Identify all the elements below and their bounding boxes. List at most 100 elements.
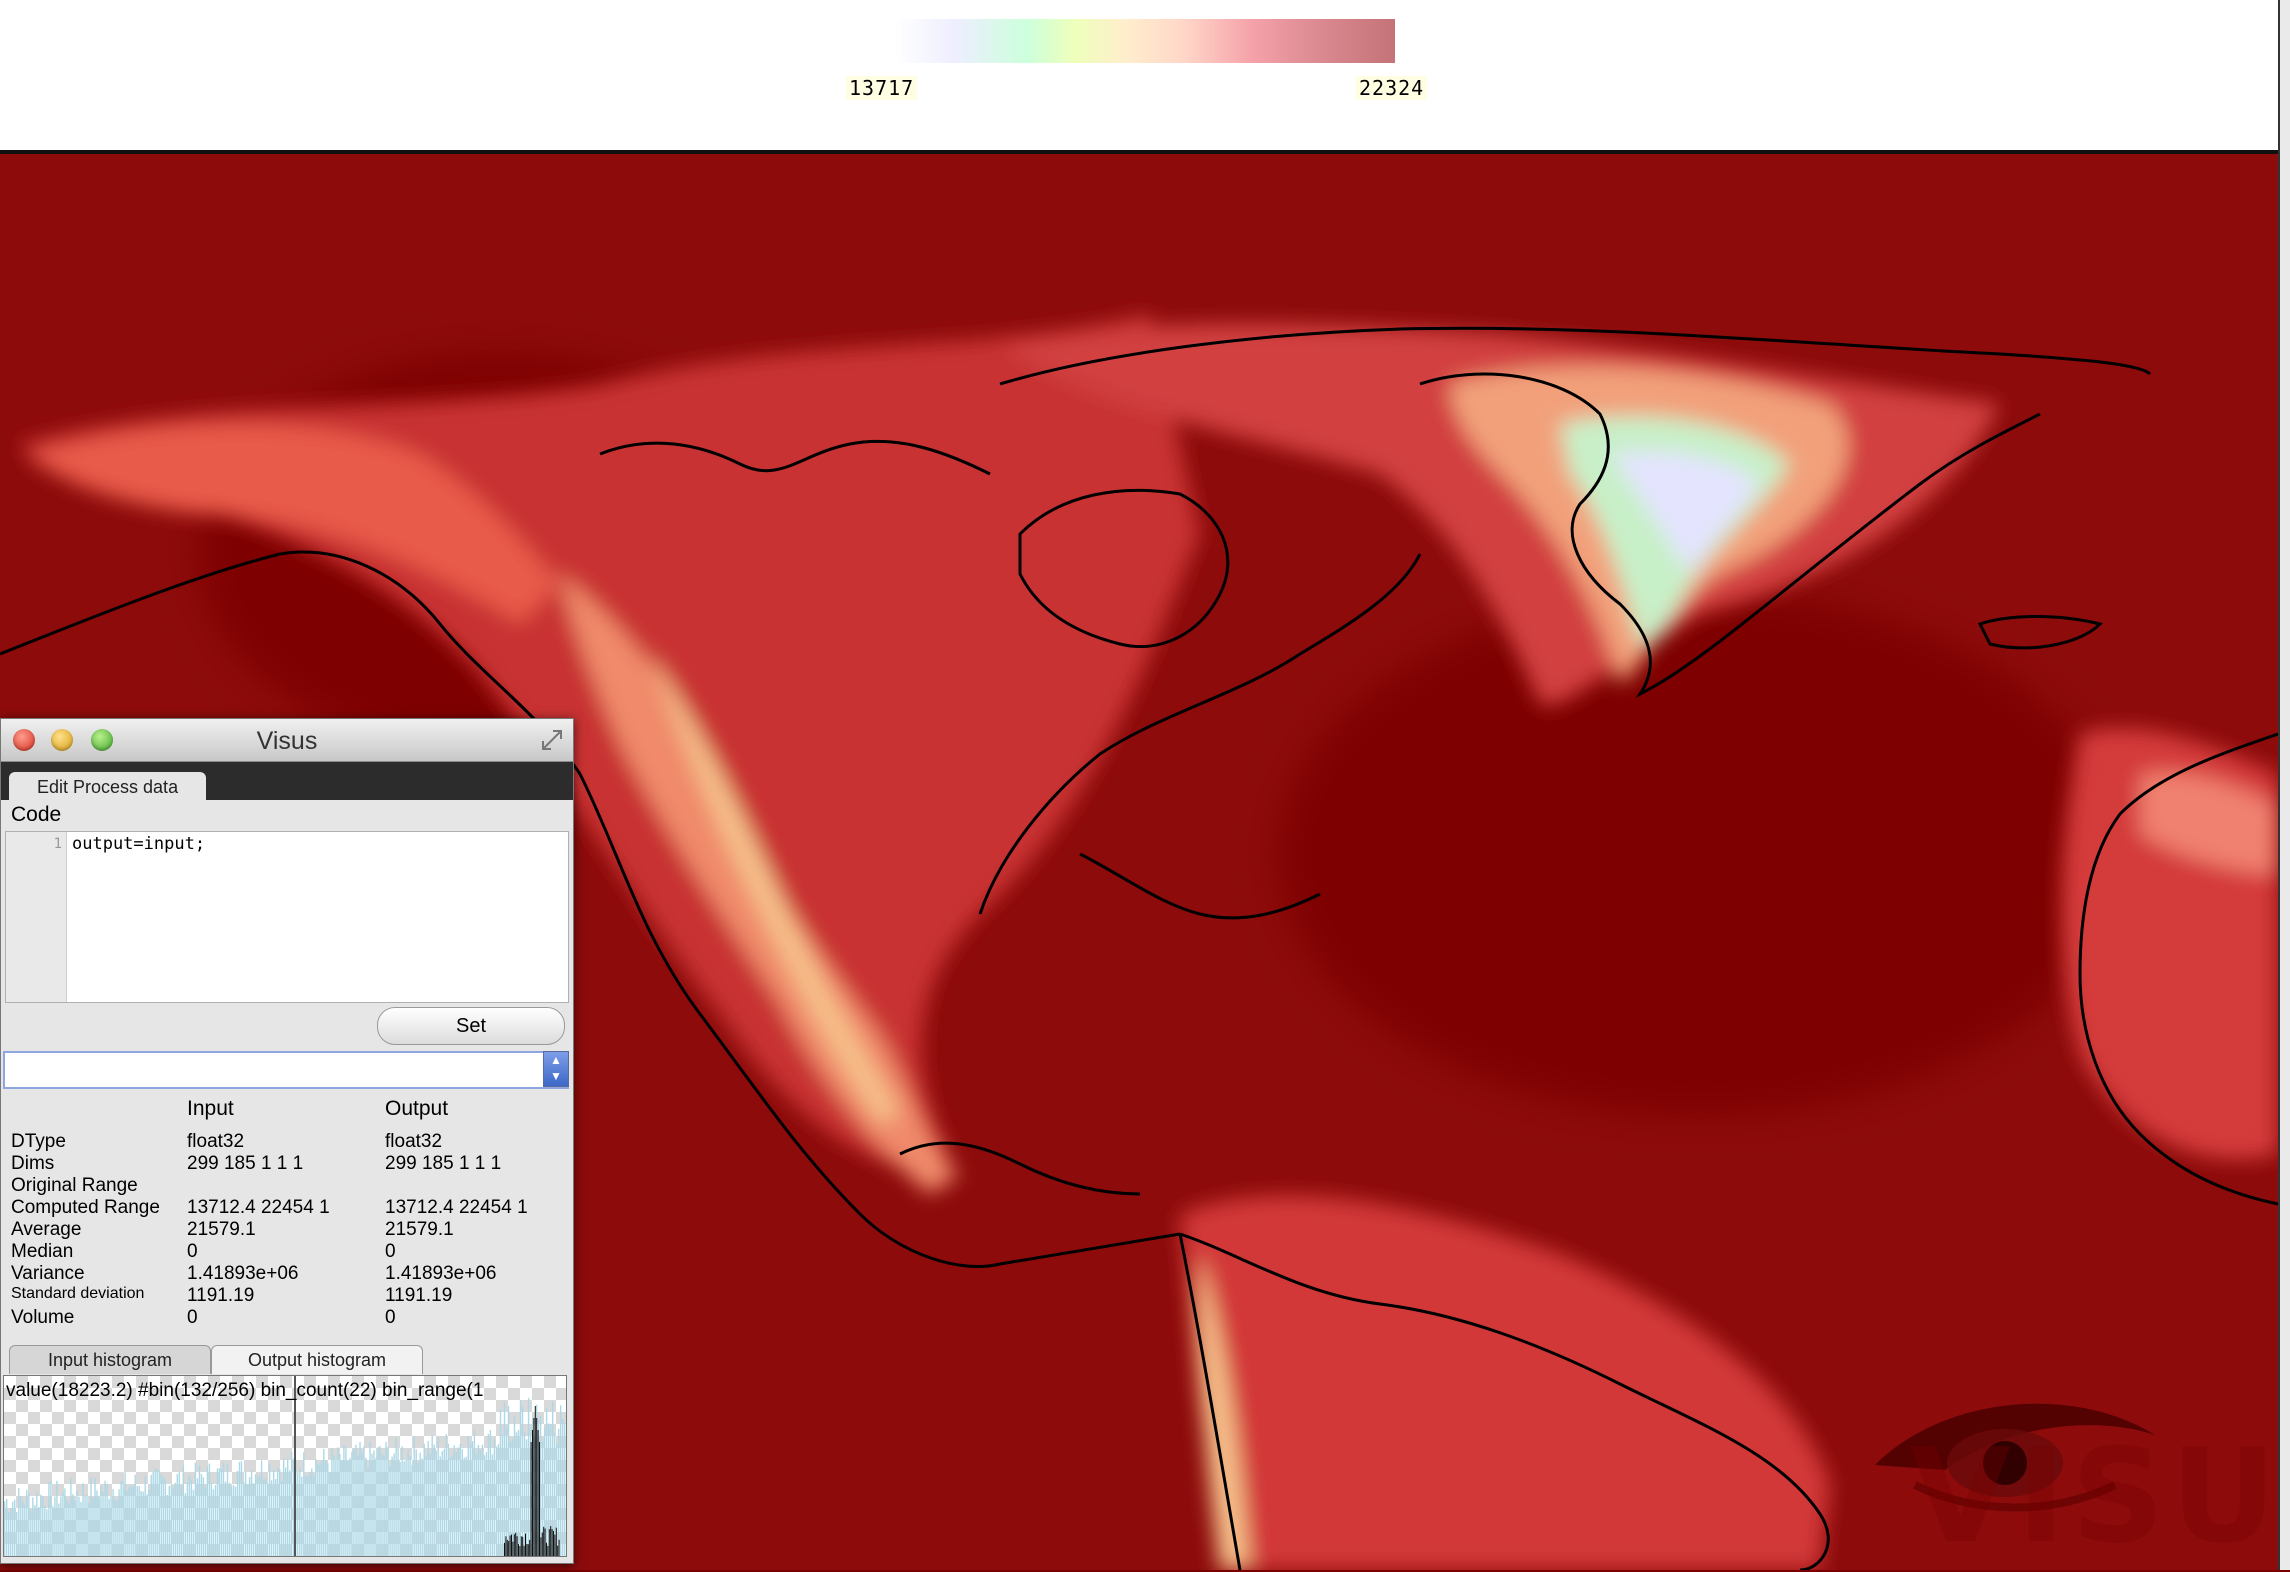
stat-output-value: 1191.19: [385, 1285, 453, 1306]
histogram-peak-bar: [526, 1544, 528, 1556]
histogram-bar: [254, 1474, 257, 1556]
stat-input-value: 299 185 1 1 1: [187, 1153, 304, 1174]
histogram-bar: [228, 1482, 231, 1556]
histogram-bar: [12, 1501, 14, 1556]
histogram-bar: [453, 1445, 455, 1556]
histogram-bar: [200, 1473, 203, 1556]
histogram-bar: [361, 1452, 363, 1556]
tab-input-histogram[interactable]: Input histogram: [9, 1345, 211, 1374]
histogram-bar: [174, 1482, 176, 1556]
visus-dialog[interactable]: Visus Edit Process data Code 1 output=in…: [0, 718, 574, 1564]
histogram-bar: [433, 1444, 435, 1556]
histogram-bar: [451, 1455, 453, 1556]
stat-output-value: 0: [385, 1307, 396, 1328]
histogram-bars: [4, 1397, 566, 1556]
histogram-peak-bar: [550, 1526, 552, 1556]
histogram-bar: [26, 1489, 28, 1556]
histogram-bar: [419, 1452, 421, 1556]
histogram-bar: [208, 1463, 211, 1556]
histogram-bar: [210, 1482, 213, 1556]
tab-output-histogram[interactable]: Output histogram: [211, 1345, 423, 1374]
histogram-bar: [273, 1470, 275, 1556]
histogram-bar: [190, 1479, 193, 1556]
histogram-bar: [315, 1459, 317, 1556]
set-button[interactable]: Set: [377, 1007, 565, 1045]
histogram-bar: [499, 1409, 502, 1556]
histogram-bar: [154, 1468, 156, 1556]
histogram-bar: [134, 1474, 136, 1556]
histogram-bar: [493, 1438, 496, 1556]
histogram-bar: [32, 1497, 34, 1556]
histogram-bar: [353, 1448, 355, 1556]
histogram-view[interactable]: value(18223.2) #bin(132/256) bin_count(2…: [3, 1375, 567, 1557]
code-text[interactable]: output=input;: [72, 834, 205, 854]
histogram-bar: [244, 1471, 247, 1556]
histogram-bar: [355, 1444, 357, 1556]
histogram-bar: [16, 1512, 18, 1556]
histogram-bar: [90, 1477, 92, 1556]
tab-edit-process-data[interactable]: Edit Process data: [9, 772, 207, 800]
histogram-bar: [122, 1481, 124, 1556]
histogram-bar: [483, 1455, 486, 1556]
histogram-bar: [270, 1480, 273, 1556]
updown-arrows-icon[interactable]: ▲ ▼: [543, 1051, 569, 1087]
histogram-bar: [116, 1500, 118, 1556]
histogram-bar: [58, 1503, 60, 1556]
histogram-bar: [46, 1509, 48, 1556]
histogram-bar: [158, 1470, 160, 1556]
histogram-bar: [311, 1468, 313, 1556]
histogram-bar: [152, 1471, 154, 1556]
histogram-bar: [395, 1437, 397, 1556]
histogram-bar: [172, 1488, 174, 1556]
histogram-peak-bar: [527, 1544, 529, 1556]
histogram-bar: [242, 1481, 245, 1556]
stat-output-value: 299 185 1 1 1: [385, 1153, 502, 1174]
histogram-peak-bar: [544, 1528, 546, 1556]
dialog-titlebar[interactable]: Visus: [1, 719, 573, 762]
histogram-bar: [519, 1400, 522, 1556]
code-editor[interactable]: 1 output=input;: [5, 831, 569, 1003]
histogram-bar: [399, 1462, 401, 1556]
histogram-peak-bar: [534, 1406, 536, 1556]
histogram-bar: [166, 1495, 168, 1556]
histogram-peak-bar: [536, 1418, 538, 1556]
colorbar-panel: 13717 22324: [0, 0, 2278, 154]
histogram-bar: [170, 1484, 172, 1556]
histogram-peak-bar: [509, 1535, 511, 1556]
histogram-bar: [56, 1480, 58, 1556]
histogram-bar: [357, 1455, 359, 1556]
histogram-bar: [285, 1467, 287, 1556]
expand-icon[interactable]: [539, 727, 565, 753]
histogram-bar: [232, 1485, 235, 1556]
histogram-bar: [268, 1464, 271, 1556]
histogram-peak-bar: [516, 1536, 518, 1556]
histogram-bar: [124, 1472, 126, 1556]
histogram-bar: [427, 1441, 429, 1556]
stat-row: Standard deviation 1191.19 1191.19: [1, 1285, 573, 1307]
stat-row: Average 21579.1 21579.1: [1, 1219, 573, 1241]
histogram-bar: [220, 1469, 223, 1556]
histogram-bar: [287, 1458, 289, 1556]
histogram-bar: [359, 1442, 361, 1556]
histogram-bar: [457, 1447, 459, 1556]
preset-combobox[interactable]: ▲ ▼: [3, 1051, 569, 1089]
stat-input-value: 0: [187, 1307, 198, 1328]
histogram-peak-bar: [533, 1418, 535, 1556]
histogram-bar: [28, 1493, 30, 1556]
histogram-bar: [491, 1454, 494, 1556]
histogram-bar: [503, 1401, 506, 1556]
histogram-bar: [92, 1497, 94, 1556]
histogram-peak-bar: [537, 1430, 539, 1556]
histogram-bar: [168, 1485, 170, 1556]
histogram-bar: [319, 1465, 321, 1556]
visus-watermark-text: VISUS: [1910, 1420, 2290, 1572]
histogram-bar: [317, 1463, 319, 1556]
histogram-bar: [264, 1478, 267, 1556]
histogram-bar: [423, 1444, 425, 1556]
histogram-bar: [74, 1500, 76, 1556]
histogram-bar: [425, 1456, 427, 1556]
histogram-bar: [178, 1472, 180, 1556]
histogram-bar: [545, 1408, 548, 1556]
histogram-peak-bar: [555, 1527, 557, 1556]
histogram-bar: [517, 1430, 520, 1556]
